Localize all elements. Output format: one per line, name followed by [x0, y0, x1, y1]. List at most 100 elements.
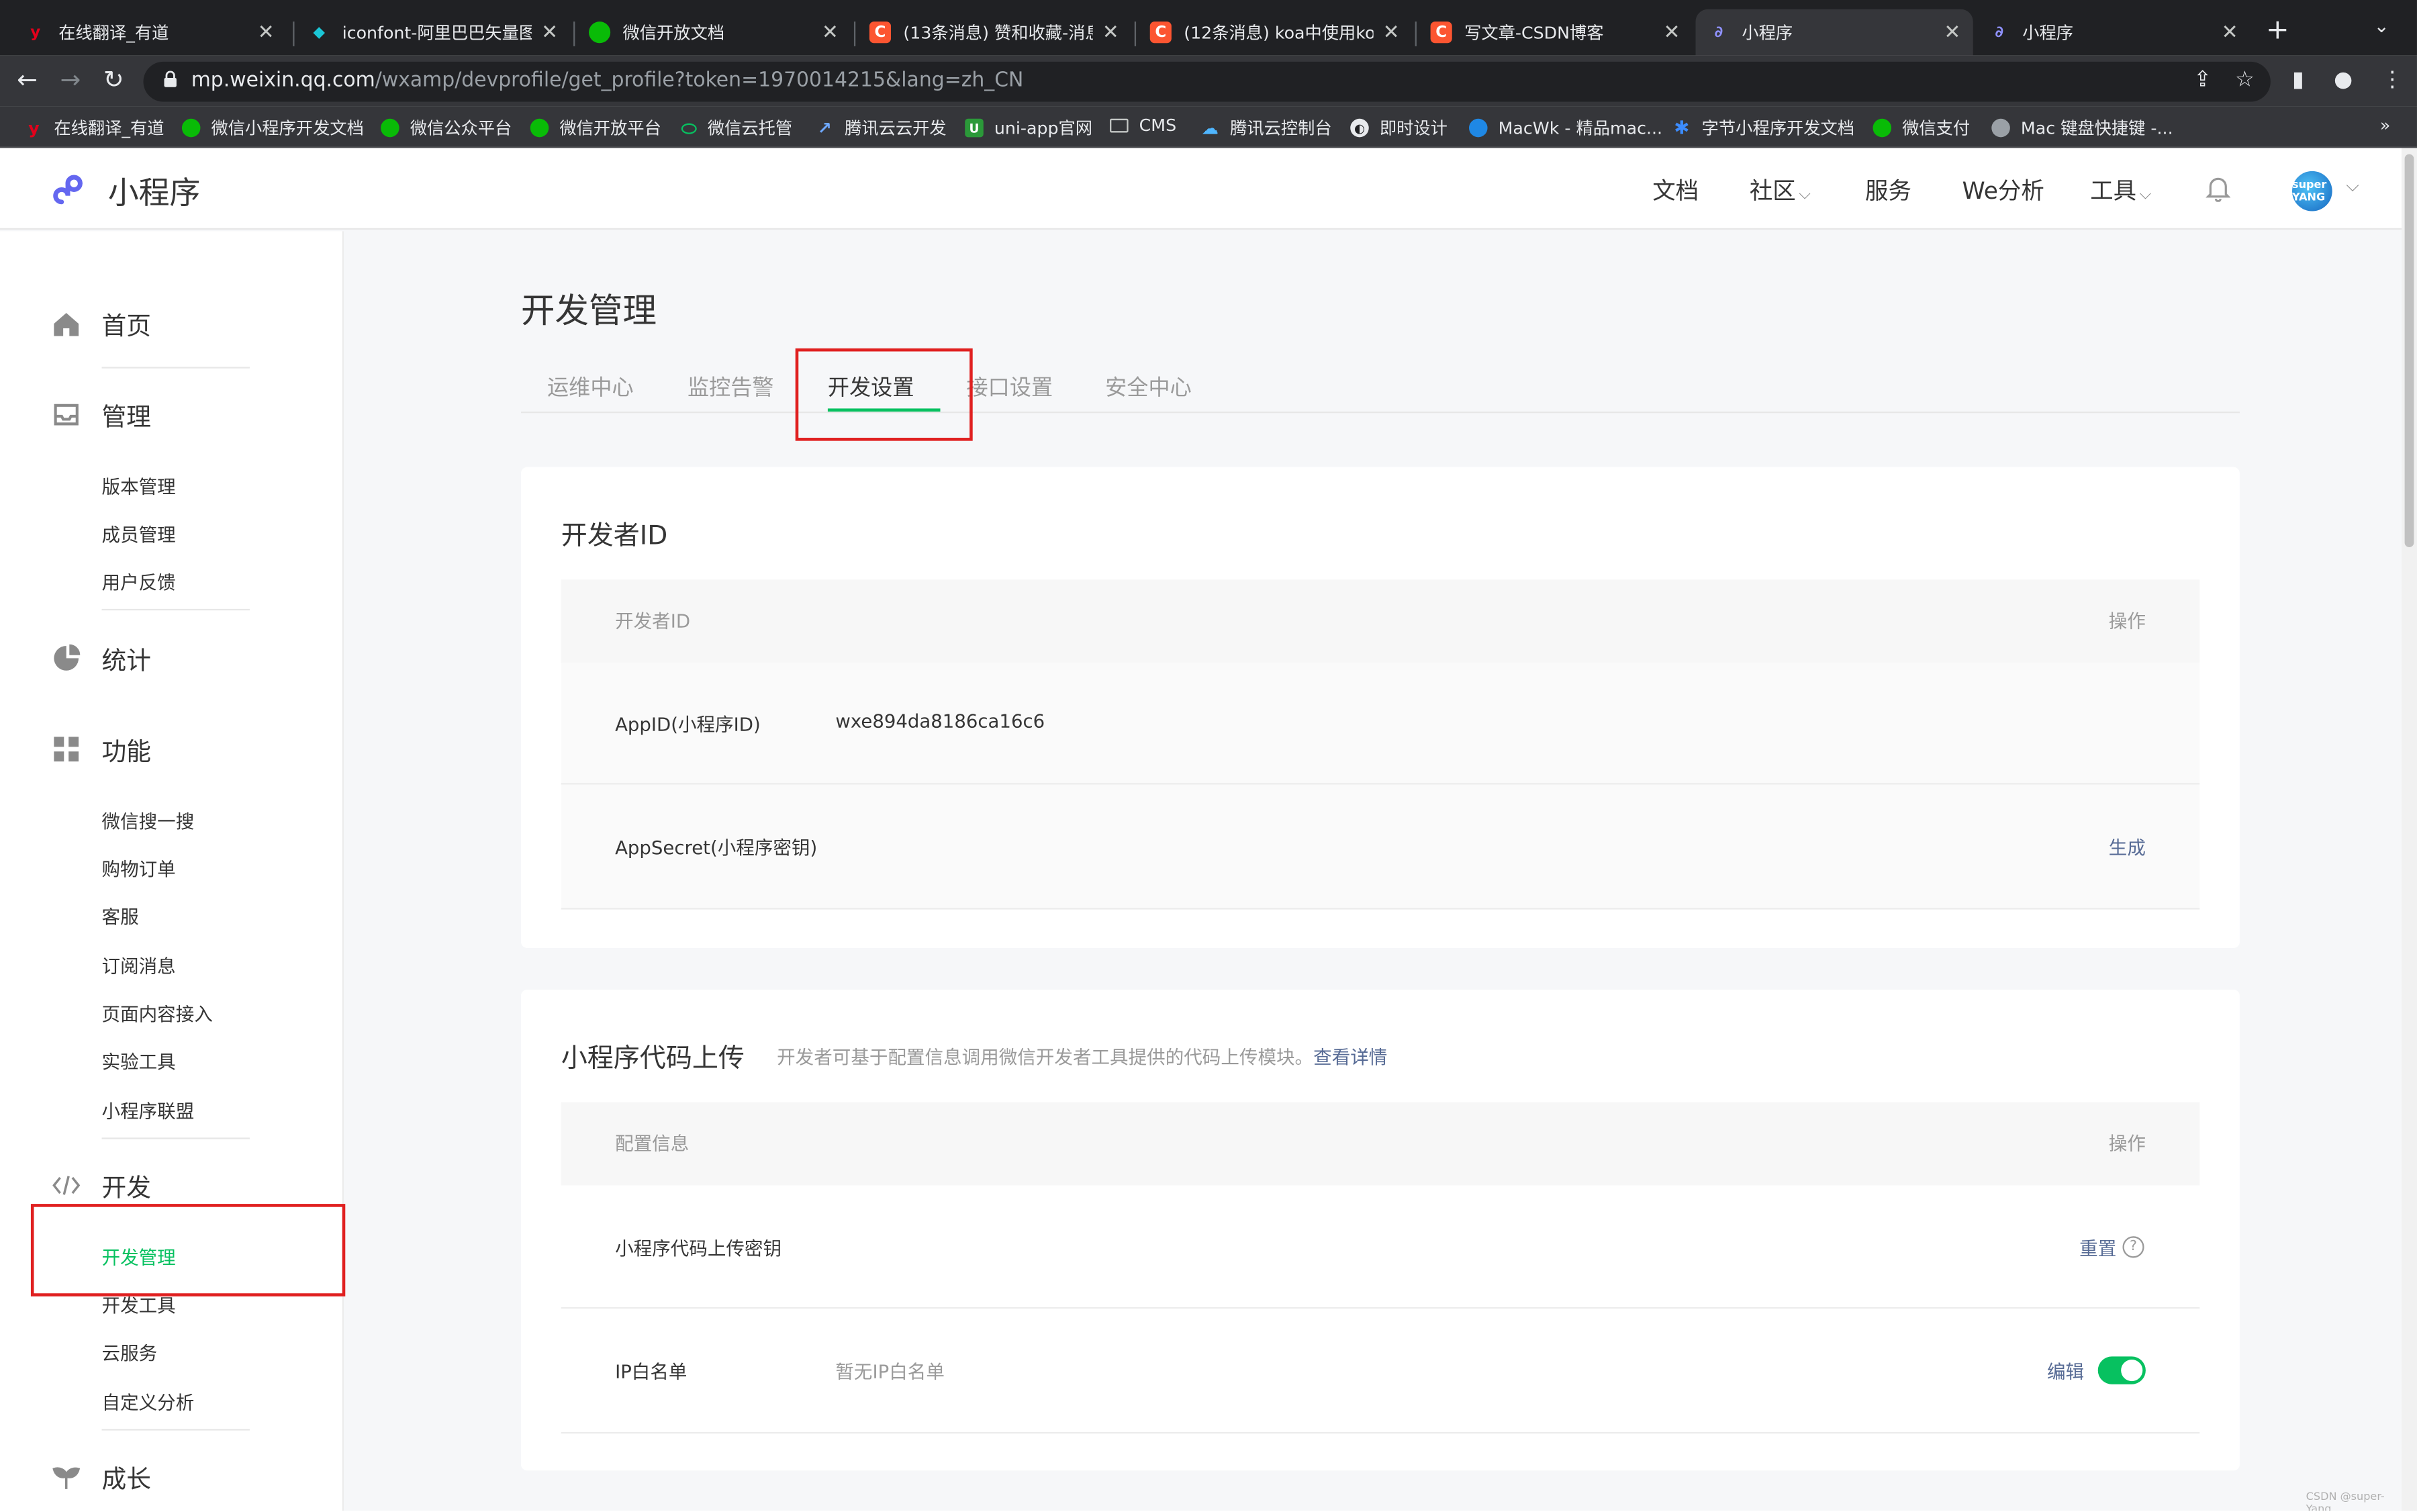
csdn-icon: C [1430, 21, 1452, 44]
nav-services[interactable]: 服务 [1865, 174, 1911, 206]
bookmark-item[interactable]: CMS [1110, 115, 1176, 136]
sidebar-item-features[interactable]: 功能 [52, 730, 151, 767]
bell-icon[interactable] [2206, 174, 2231, 202]
sidebar-item-manage[interactable]: 管理 [52, 396, 151, 433]
browser-tab[interactable]: ∂ 小程序 ✕ [1976, 9, 2250, 56]
bookmark-item[interactable]: 微信开放平台 [530, 115, 661, 140]
bookmark-item[interactable]: Uuni-app官网 [965, 115, 1092, 140]
bookmark-item[interactable]: 微信云托管 [681, 115, 792, 140]
iconfont-icon: ◆ [313, 23, 326, 41]
back-icon[interactable]: ← [17, 64, 38, 94]
bookmark-item[interactable]: 微信小程序开发文档 [181, 115, 364, 140]
tab-ops-center[interactable]: 运维中心 [547, 371, 634, 402]
table-header: 配置信息 操作 [561, 1102, 2200, 1186]
tab-title: 小程序 [1742, 23, 1793, 44]
tab-security-center[interactable]: 安全中心 [1105, 371, 1192, 402]
bookmark-item[interactable]: Mac 键盘快捷键 -... [1991, 115, 2173, 140]
chevron-down-icon[interactable]: ⌵ [2346, 176, 2359, 197]
bookmarks-bar: y 在线翻译_有道 微信小程序开发文档 微信公众平台 微信开放平台 微信云托管 ↗… [0, 106, 2417, 148]
table-header: 开发者ID 操作 [561, 579, 2200, 663]
address-bar[interactable]: mp.weixin.qq.com/wxamp/devprofile/get_pr… [143, 61, 2271, 102]
sidebar-item-custom-analysis[interactable]: 自定义分析 [102, 1389, 195, 1415]
close-icon[interactable]: ✕ [1663, 21, 1680, 44]
page-scrollbar[interactable] [2402, 148, 2417, 1511]
sidebar-item-subscribe[interactable]: 订阅消息 [102, 953, 176, 979]
reset-key-link[interactable]: 重置 [2079, 1235, 2116, 1261]
view-details-link[interactable]: 查看详情 [1313, 1047, 1387, 1068]
menu-icon[interactable]: ⋮ [2381, 68, 2403, 93]
bookmark-item[interactable]: MacWk - 精品mac... [1468, 115, 1662, 140]
profile-icon[interactable]: ● [2334, 68, 2353, 93]
share-icon[interactable]: ⇪ [2193, 68, 2212, 93]
sidebar-item-feedback[interactable]: 用户反馈 [102, 569, 176, 595]
miniprogram-logo-icon[interactable] [52, 168, 95, 211]
bookmark-item[interactable]: ◐ 即时设计 [1350, 115, 1448, 140]
sidebar-item-stats[interactable]: 统计 [52, 640, 151, 677]
sidebar-item-growth[interactable]: 成长 [52, 1458, 151, 1495]
bytedance-icon: ✱ [1674, 117, 1690, 139]
help-icon[interactable]: ? [2122, 1236, 2144, 1258]
sidebar-item-home[interactable]: 首页 [52, 305, 151, 342]
chevron-down-icon: ⌵ [2139, 186, 2152, 204]
column-header: 操作 [2108, 1133, 2146, 1155]
close-icon[interactable]: ✕ [258, 21, 275, 44]
reload-icon[interactable]: ↻ [103, 64, 124, 94]
tab-title: 微信开放文档 [622, 23, 725, 44]
nav-tools[interactable]: 工具 ⌵ [2090, 174, 2151, 206]
browser-tab[interactable]: C 写文章-CSDN博客 ✕ [1418, 9, 1693, 56]
close-icon[interactable]: ✕ [1383, 21, 1400, 44]
site-header: 小程序 文档 社区 ⌵ 服务 We分析 工具 ⌵ super YANG ⌵ [0, 148, 2402, 230]
sidebar-item-customer-service[interactable]: 客服 [102, 903, 139, 929]
macwk-icon [1468, 118, 1488, 138]
nav-community[interactable]: 社区 ⌵ [1750, 174, 1811, 206]
browser-tab-active[interactable]: ∂ 小程序 ✕ [1695, 9, 1973, 56]
browser-tab[interactable]: C (12条消息) koa中使用koa-body ✕ [1137, 9, 1412, 56]
sidebar-item-page-content[interactable]: 页面内容接入 [102, 1000, 213, 1027]
browser-tab[interactable]: ◆ iconfont-阿里巴巴矢量图标库 ✕ [296, 9, 571, 56]
browser-tab[interactable]: 微信开放文档 ✕ [577, 9, 851, 56]
chevron-down-icon: ⌵ [1799, 186, 1811, 204]
tab-search-icon[interactable]: ⌄ [2374, 15, 2389, 37]
wechat-icon [530, 118, 549, 138]
bookmark-item[interactable]: y 在线翻译_有道 [25, 115, 164, 140]
close-icon[interactable]: ✕ [822, 21, 839, 44]
forward-icon[interactable]: → [60, 64, 81, 94]
close-icon[interactable]: ✕ [2222, 21, 2238, 44]
generate-secret-link[interactable]: 生成 [2109, 834, 2146, 860]
tab-monitoring[interactable]: 监控告警 [688, 371, 774, 402]
bookmark-star-icon[interactable]: ☆ [2235, 68, 2255, 93]
sidebar-item-version[interactable]: 版本管理 [102, 473, 176, 500]
close-icon[interactable]: ✕ [1944, 21, 1960, 44]
sidebar-item-dev[interactable]: 开发 [52, 1167, 151, 1204]
logo-text[interactable]: 小程序 [108, 168, 201, 213]
tencent-cloud-icon: ☁ [1201, 117, 1219, 138]
new-tab-button[interactable]: + [2266, 14, 2289, 46]
close-icon[interactable]: ✕ [541, 21, 558, 44]
bookmark-item[interactable]: ✱ 字节小程序开发文档 [1672, 115, 1854, 140]
sidebar-item-cloud[interactable]: 云服务 [102, 1339, 158, 1366]
nav-docs[interactable]: 文档 [1652, 174, 1699, 206]
sidebar-item-orders[interactable]: 购物订单 [102, 855, 176, 882]
browser-tab[interactable]: y 在线翻译_有道 ✕ [12, 9, 287, 56]
bookmark-item[interactable]: ↗ 腾讯云云开发 [816, 115, 947, 140]
sidebar-item-alliance[interactable]: 小程序联盟 [102, 1098, 195, 1124]
close-icon[interactable]: ✕ [1102, 21, 1119, 44]
ip-whitelist-toggle[interactable] [2097, 1356, 2146, 1384]
bookmark-item[interactable]: 微信支付 [1873, 115, 1970, 140]
tab-title: (12条消息) koa中使用koa-body [1184, 23, 1374, 44]
bookmark-item[interactable]: 微信公众平台 [381, 115, 512, 140]
avatar[interactable]: super YANG [2292, 171, 2332, 211]
sidebar-item-experiment[interactable]: 实验工具 [102, 1048, 176, 1074]
side-panel-icon[interactable]: ▮ [2292, 68, 2304, 93]
tab-api-settings[interactable]: 接口设置 [967, 371, 1053, 402]
youdao-icon: y [30, 23, 41, 41]
sidebar-item-members[interactable]: 成员管理 [102, 521, 176, 547]
bookmark-item[interactable]: ☁ 腾讯云控制台 [1201, 115, 1332, 140]
edit-ip-link[interactable]: 编辑 [2047, 1358, 2084, 1384]
bookmarks-overflow-button[interactable]: » [2380, 115, 2390, 136]
nav-we-analysis[interactable]: We分析 [1962, 174, 2044, 206]
code-upload-card: 小程序代码上传 开发者可基于配置信息调用微信开发者工具提供的代码上传模块。查看详… [521, 989, 2240, 1471]
browser-tab[interactable]: C (13条消息) 赞和收藏-消息-CSDN ✕ [857, 9, 1132, 56]
sidebar-item-wechat-search[interactable]: 微信搜一搜 [102, 808, 195, 834]
browser-tab-strip: y 在线翻译_有道 ✕ ◆ iconfont-阿里巴巴矢量图标库 ✕ 微信开放文… [0, 0, 2417, 56]
